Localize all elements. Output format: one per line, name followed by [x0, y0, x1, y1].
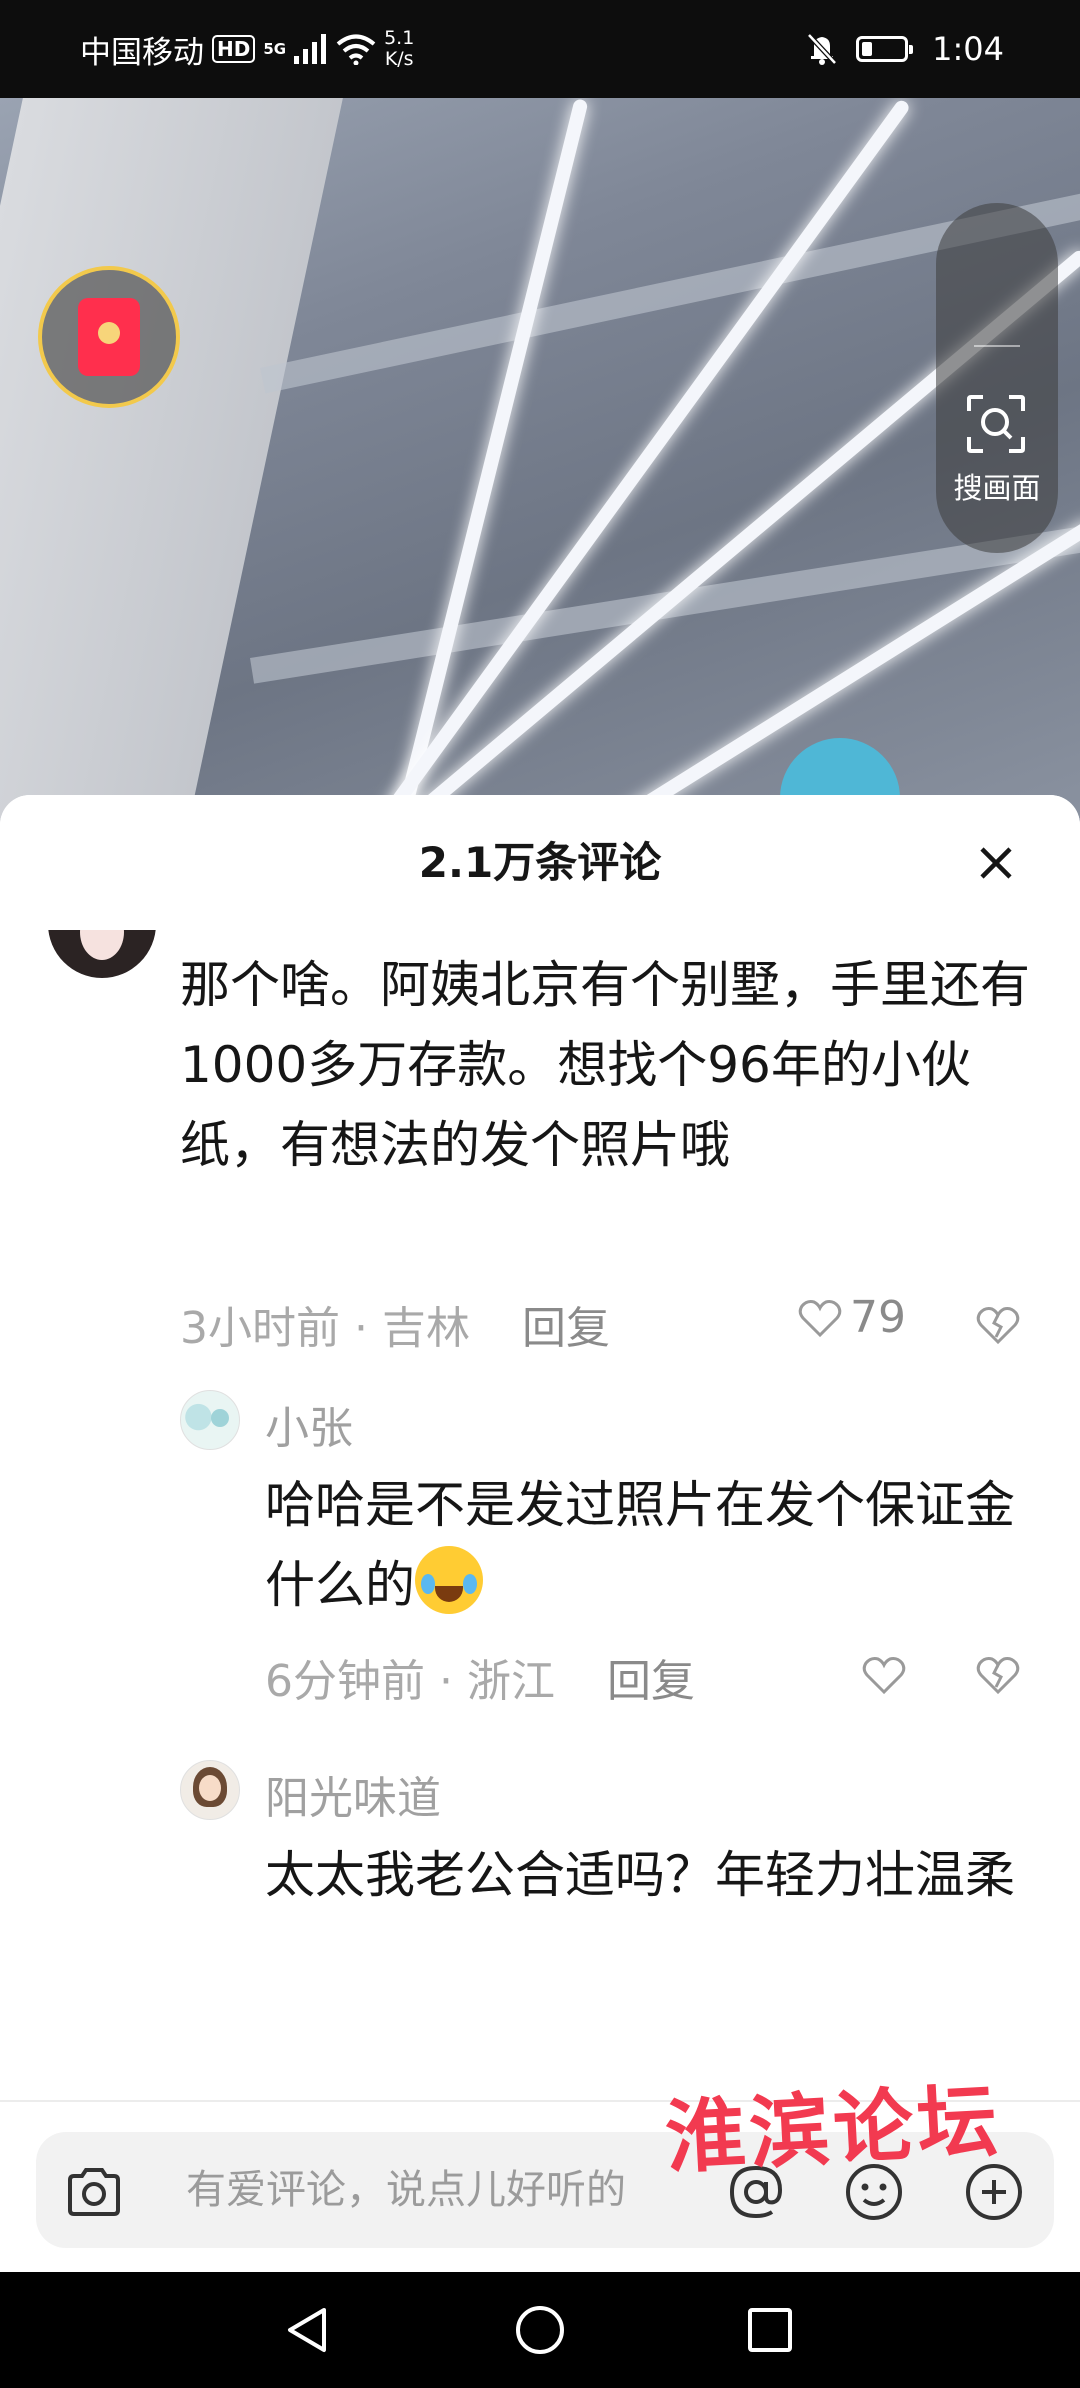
speed-unit: K/s [384, 48, 414, 70]
search-frame-button[interactable]: 搜画面 [936, 203, 1058, 553]
comment-placeholder: 有爱评论，说点儿好听的 [186, 2167, 626, 2213]
emoji-mouth [435, 1586, 463, 1602]
comment-text: 那个啥。阿姨北京有个别墅，手里还有1000多万存款。想找个96年的小伙纸，有想法… [180, 956, 1030, 1174]
comment-time: 3小时前 · 吉林 [180, 1303, 470, 1354]
watermark: 淮滨论坛 [663, 2073, 1004, 2185]
recents-icon[interactable] [742, 2302, 798, 2358]
side-divider [974, 345, 1020, 347]
laugh-cry-emoji-icon [415, 1546, 483, 1614]
comment-meta: 3小时前 · 吉林 回复 [180, 1292, 610, 1356]
red-packet-button[interactable] [38, 266, 180, 408]
dislike-icon[interactable] [976, 1655, 1020, 1695]
video-wall [0, 98, 348, 838]
back-icon[interactable] [280, 2302, 336, 2358]
search-frame-label: 搜画面 [953, 471, 1041, 505]
comments-sheet: 2.1万条评论 那个啥。阿姨北京有个别墅，手里还有1000多万存款。想找个96年… [0, 795, 1080, 2272]
reply-text: 太太我老公合适吗？年轻力壮温柔体贴不花心。都是我逼他的。 [265, 1835, 1045, 1900]
status-bar: 中国移动 HD 5G 5.1 K/s 1:04 [0, 0, 1080, 98]
heart-icon [798, 1299, 842, 1337]
avatar[interactable] [180, 1760, 240, 1820]
speed-value: 5.1 [384, 27, 415, 49]
emoji-tear-right [463, 1574, 477, 1594]
reply-time: 6分钟前 · 浙江 [265, 1656, 555, 1707]
network-speed: 5.1 K/s [384, 28, 414, 70]
heart-icon[interactable] [862, 1655, 906, 1695]
avatar[interactable] [180, 1390, 240, 1450]
wifi-icon [336, 34, 376, 65]
status-left: 中国移动 HD 5G 5.1 K/s [80, 0, 414, 98]
reply-button[interactable]: 回复 [522, 1292, 610, 1356]
camera-icon[interactable] [62, 2160, 126, 2224]
dislike-icon[interactable] [976, 1305, 1020, 1345]
comments-title: 2.1万条评论 [0, 795, 1080, 930]
reply-text-content: 太太我老公合适吗？年轻力壮温柔体贴不花心。都是我逼他的 [265, 1846, 1015, 1900]
home-icon[interactable] [512, 2302, 568, 2358]
battery-icon [856, 36, 914, 62]
ceiling-light [391, 98, 589, 838]
carrier-name: 中国移动 [80, 34, 204, 71]
scan-search-icon [967, 395, 1025, 453]
close-icon[interactable] [966, 833, 1026, 893]
like-button[interactable]: 79 [798, 1292, 906, 1343]
emoji-tear-left [421, 1574, 435, 1594]
avatar-face [199, 1775, 221, 1801]
clock: 1:04 [932, 30, 1004, 68]
status-right: 1:04 [806, 0, 1004, 98]
video-player[interactable]: 搜画面 [0, 98, 1080, 838]
network-type: 5G [263, 40, 287, 58]
red-envelope-icon [78, 298, 140, 376]
reply-text: 哈哈是不是发过照片在发个保证金什么的 [265, 1465, 1045, 1625]
like-count: 79 [850, 1292, 906, 1343]
comment-list[interactable]: 那个啥。阿姨北京有个别墅，手里还有1000多万存款。想找个96年的小伙纸，有想法… [0, 900, 1080, 1900]
hd-badge: HD [212, 35, 256, 63]
reply-meta: 6分钟前 · 浙江 回复 [265, 1645, 695, 1709]
reply-username[interactable]: 小张 [265, 1392, 353, 1456]
system-nav-bar [0, 2272, 1080, 2388]
signal-icon [294, 34, 327, 64]
reply-button[interactable]: 回复 [607, 1645, 695, 1709]
mute-bell-icon [807, 33, 837, 65]
reply-text-content: 哈哈是不是发过照片在发个保证金什么的 [265, 1476, 1015, 1614]
avatar-figure [211, 1409, 229, 1427]
reply-username[interactable]: 阳光味道 [265, 1762, 441, 1826]
